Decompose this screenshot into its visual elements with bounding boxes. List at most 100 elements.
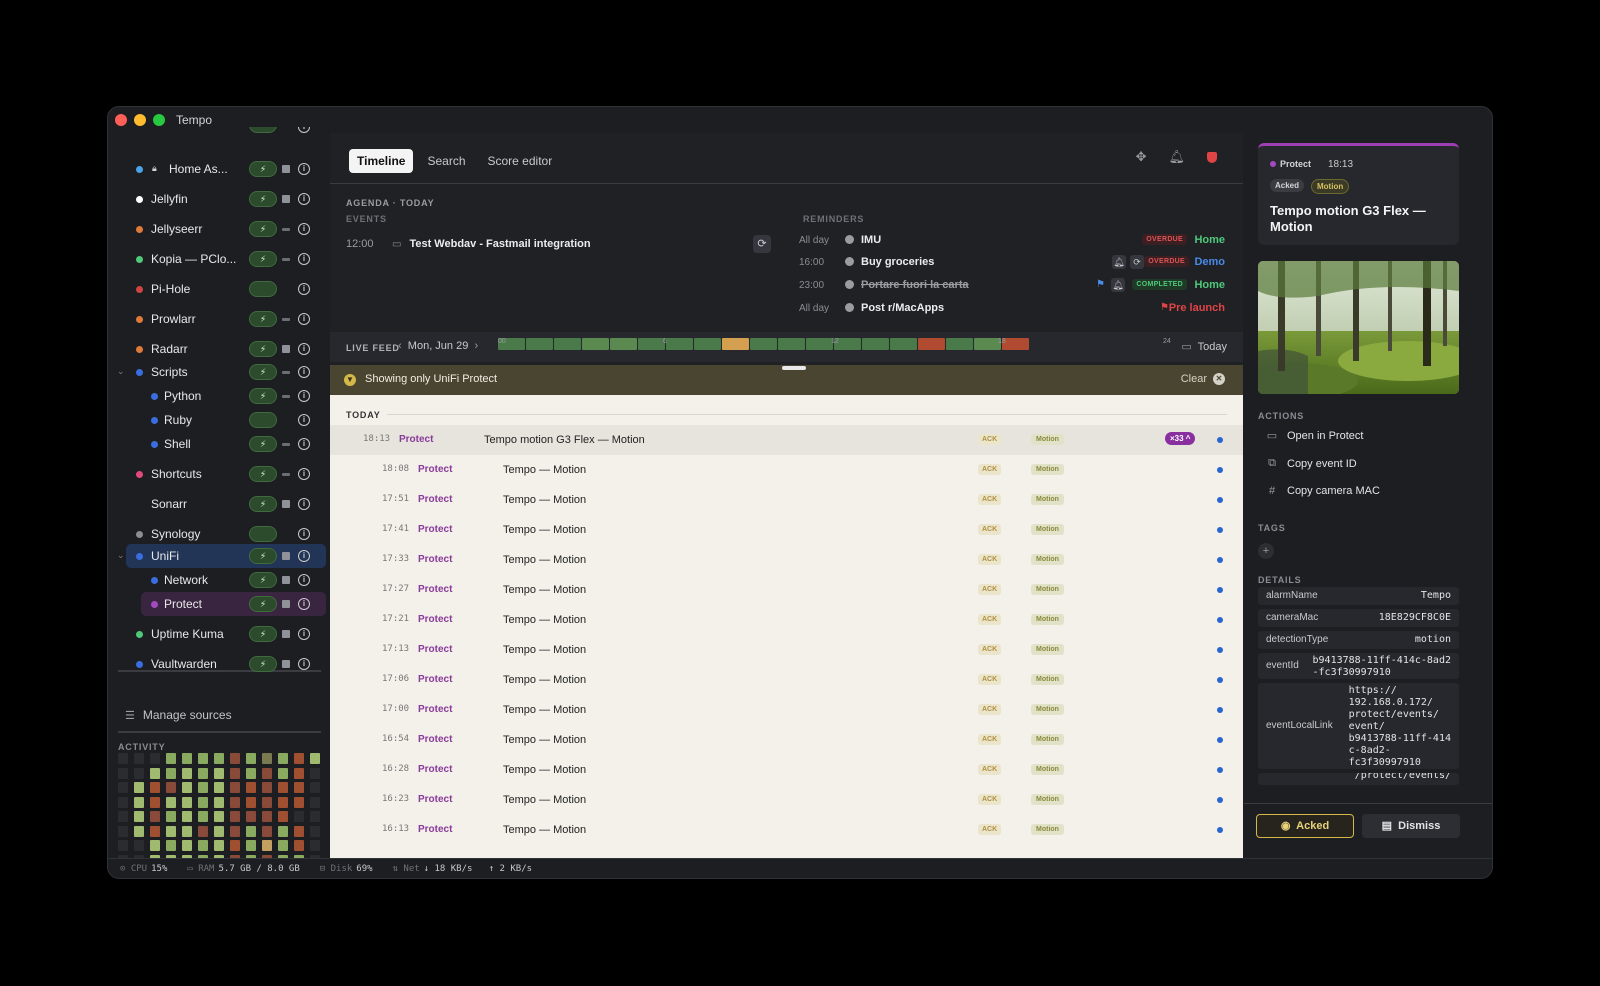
- timeline-segment[interactable]: [694, 338, 721, 350]
- source-toggle[interactable]: ⚡︎: [249, 466, 277, 482]
- info-icon[interactable]: i: [298, 528, 310, 540]
- copy-camera-mac-button[interactable]: # Copy camera MAC: [1265, 485, 1380, 497]
- sidebar-item-uptime-kuma[interactable]: Uptime Kuma ⚡︎ i: [108, 622, 329, 646]
- ack-badge[interactable]: ACK: [978, 434, 1002, 445]
- info-icon[interactable]: i: [298, 193, 310, 205]
- feed-row[interactable]: 18:08 Protect Tempo — Motion ACK Motion: [330, 455, 1243, 485]
- close-window-button[interactable]: [115, 114, 127, 126]
- source-toggle[interactable]: [249, 412, 277, 428]
- chevron-down-icon[interactable]: ⌄: [117, 366, 125, 377]
- info-icon[interactable]: i: [298, 438, 310, 450]
- info-icon[interactable]: i: [298, 313, 310, 325]
- source-toggle[interactable]: [249, 281, 277, 297]
- source-toggle[interactable]: ⚡︎: [249, 548, 277, 564]
- bell-icon[interactable]: 🔔︎: [1111, 278, 1125, 292]
- group-count-badge[interactable]: ×33 ^: [1165, 432, 1196, 445]
- sidebar-item-pi-hole[interactable]: Pi-Hole i: [108, 277, 329, 301]
- timeline-segment[interactable]: [638, 338, 665, 350]
- feed-row[interactable]: 17:21 Protect Tempo — Motion ACK Motion: [330, 605, 1243, 635]
- open-in-protect-button[interactable]: ▭ Open in Protect: [1265, 429, 1364, 443]
- chevron-left-icon[interactable]: ‹: [398, 340, 402, 352]
- chevron-down-icon[interactable]: ⌄: [117, 550, 125, 561]
- sidebar-item-kopia-pclo[interactable]: Kopia — PClo... ⚡︎ i: [108, 247, 329, 271]
- feed-row[interactable]: 17:13 Protect Tempo — Motion ACK Motion: [330, 635, 1243, 665]
- sidebar-item-shell[interactable]: Shell ⚡︎ i: [108, 432, 329, 456]
- sidebar-item-unifi[interactable]: ⌄ UniFi ⚡︎ i: [117, 544, 326, 568]
- info-icon[interactable]: i: [298, 550, 310, 562]
- tab-search[interactable]: Search: [419, 149, 473, 173]
- info-icon[interactable]: i: [298, 468, 310, 480]
- info-icon[interactable]: i: [298, 223, 310, 235]
- feed-row[interactable]: 18:13 Protect Tempo motion G3 Flex — Motio…: [330, 425, 1243, 455]
- timeline-segment[interactable]: [806, 338, 833, 350]
- info-icon[interactable]: i: [298, 414, 310, 426]
- ack-badge[interactable]: ACK: [978, 824, 1002, 835]
- feed-row[interactable]: 17:33 Protect Tempo — Motion ACK Motion: [330, 545, 1243, 575]
- ack-badge[interactable]: ACK: [978, 734, 1002, 745]
- resize-handle[interactable]: [782, 366, 806, 370]
- sidebar-item-radarr[interactable]: Radarr ⚡︎ i: [108, 337, 329, 361]
- repeat-icon[interactable]: ⟳: [1130, 255, 1144, 269]
- sidebar-item-shortcuts[interactable]: Shortcuts ⚡︎ i: [108, 462, 329, 486]
- timeline-segment[interactable]: [582, 338, 609, 350]
- minimize-window-button[interactable]: [134, 114, 146, 126]
- info-icon[interactable]: i: [298, 343, 310, 355]
- info-icon[interactable]: i: [298, 598, 310, 610]
- sidebar-item-python[interactable]: Python ⚡︎ i: [108, 384, 329, 408]
- timeline-segment[interactable]: [862, 338, 889, 350]
- detail-row-detectiontype[interactable]: detectionType motion: [1258, 631, 1459, 649]
- reminder-item[interactable]: 16:00 Buy groceries OVERDUE 🔔︎ ⟳ Demo: [799, 252, 1225, 274]
- source-toggle[interactable]: ⚡︎: [249, 436, 277, 452]
- timeline-segment[interactable]: [554, 338, 581, 350]
- timeline-segment[interactable]: [974, 338, 1001, 350]
- sync-icon[interactable]: ⟳: [753, 235, 771, 253]
- source-toggle[interactable]: ⚡︎: [249, 626, 277, 642]
- ack-badge[interactable]: ACK: [978, 524, 1002, 535]
- feed-row[interactable]: 17:00 Protect Tempo — Motion ACK Motion: [330, 695, 1243, 725]
- info-icon[interactable]: i: [298, 498, 310, 510]
- source-toggle[interactable]: [249, 526, 277, 542]
- sidebar-item-jellyfin[interactable]: Jellyfin ⚡︎ i: [108, 187, 329, 211]
- feed-row[interactable]: 17:27 Protect Tempo — Motion ACK Motion: [330, 575, 1243, 605]
- sidebar-item-home-as[interactable]: 🔒︎ Home As... ⚡︎ i: [108, 157, 329, 181]
- info-icon[interactable]: i: [298, 283, 310, 295]
- timeline-segment[interactable]: [722, 338, 749, 350]
- timeline-segment[interactable]: [610, 338, 637, 350]
- today-button[interactable]: ▭ Today: [1181, 340, 1227, 353]
- detail-row-continued[interactable]: /protect/events/: [1258, 773, 1459, 785]
- feed-row[interactable]: 17:06 Protect Tempo — Motion ACK Motion: [330, 665, 1243, 695]
- ack-badge[interactable]: ACK: [978, 764, 1002, 775]
- source-toggle[interactable]: ⚡︎: [249, 572, 277, 588]
- live-feed-timeline[interactable]: 00 6 12 18 24: [498, 338, 1171, 350]
- source-toggle[interactable]: ⚡︎: [249, 311, 277, 327]
- source-toggle[interactable]: ⚡︎: [249, 161, 277, 177]
- zoom-window-button[interactable]: [153, 114, 165, 126]
- reminder-item[interactable]: All day IMU OVERDUE Home: [799, 230, 1225, 252]
- source-toggle[interactable]: ⚡︎: [249, 596, 277, 612]
- reminder-item[interactable]: 23:00 Portare fuori la carta COMPLETED ⚑ 🔔︎ H…: [799, 275, 1225, 297]
- sidebar-item-protect[interactable]: Protect ⚡︎ i: [141, 592, 326, 616]
- feed-row[interactable]: 16:28 Protect Tempo — Motion ACK Motion: [330, 755, 1243, 785]
- source-toggle[interactable]: ⚡︎: [249, 656, 277, 672]
- detail-row-alarmname[interactable]: alarmName Tempo: [1258, 587, 1459, 605]
- manage-sources-button[interactable]: ☰ Manage sources: [125, 708, 232, 722]
- sidebar-item-prowlarr[interactable]: Prowlarr ⚡︎ i: [108, 307, 329, 331]
- chevron-right-icon[interactable]: ›: [474, 340, 478, 352]
- source-toggle[interactable]: ⚡︎: [249, 221, 277, 237]
- feed-row[interactable]: 16:23 Protect Tempo — Motion ACK Motion: [330, 785, 1243, 815]
- reminder-checkbox[interactable]: [845, 257, 854, 266]
- source-toggle[interactable]: ⚡︎: [249, 496, 277, 512]
- source-toggle[interactable]: ⚡︎: [249, 341, 277, 357]
- sidebar-item-sonarr[interactable]: Sonarr ⚡︎ i: [108, 492, 329, 516]
- feed-row[interactable]: 17:51 Protect Tempo — Motion ACK Motion: [330, 485, 1243, 515]
- sidebar-item-scripts[interactable]: ⌄ Scripts ⚡︎ i: [108, 360, 329, 384]
- agenda-event[interactable]: 12:00 ▭ Test Webdav - Fastmail integrati…: [346, 232, 771, 256]
- ack-badge[interactable]: ACK: [978, 494, 1002, 505]
- info-icon[interactable]: i: [298, 163, 310, 175]
- ack-badge[interactable]: ACK: [978, 674, 1002, 685]
- tab-score-editor[interactable]: Score editor: [480, 149, 561, 173]
- event-snapshot[interactable]: [1258, 261, 1459, 394]
- copy-event-id-button[interactable]: ⧉ Copy event ID: [1265, 457, 1357, 470]
- bell-icon[interactable]: 🔔︎: [1168, 149, 1185, 165]
- sidebar-item-ruby[interactable]: Ruby i: [108, 408, 329, 432]
